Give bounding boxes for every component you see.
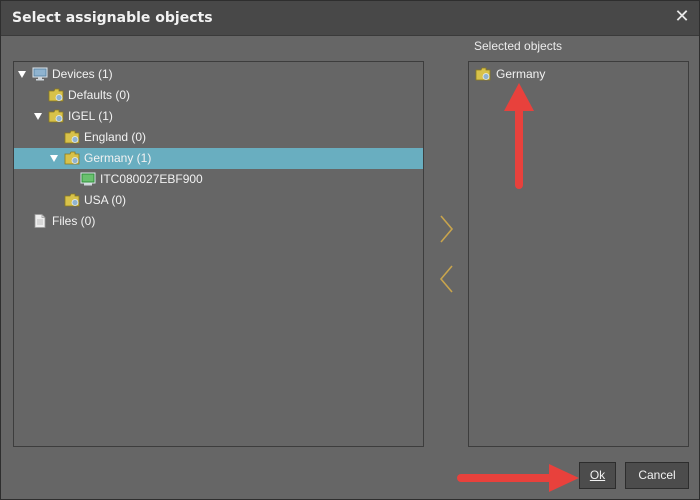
tree-node-label: USA (0) xyxy=(84,193,127,207)
tree-node-label: Germany (1) xyxy=(84,151,152,165)
tree-node-igel[interactable]: IGEL (1) xyxy=(14,106,423,127)
monitor-icon xyxy=(32,67,48,81)
remove-from-selected-button[interactable] xyxy=(437,263,457,295)
tree-node-label: IGEL (1) xyxy=(68,109,113,123)
tree-node-defaults[interactable]: Defaults (0) xyxy=(14,85,423,106)
selected-objects-list[interactable]: Germany xyxy=(468,61,689,447)
tree-node-itc080027ebf900[interactable]: ITC080027EBF900 xyxy=(14,169,423,190)
folder-icon xyxy=(475,67,491,81)
annotation-arrow-right-icon xyxy=(457,464,579,492)
expand-triangle-icon[interactable] xyxy=(50,155,58,162)
selected-objects-label: Selected objects xyxy=(474,39,563,53)
tree-node-label: England (0) xyxy=(84,130,147,144)
file-icon xyxy=(34,214,46,228)
dialog-titlebar: Select assignable objects ✕ xyxy=(1,1,699,36)
chevron-left-icon xyxy=(439,265,453,293)
tree-node-label: Devices (1) xyxy=(52,67,113,81)
tree-node-label: ITC080027EBF900 xyxy=(100,172,203,186)
expand-triangle-icon[interactable] xyxy=(18,71,26,78)
dialog-title: Select assignable objects xyxy=(12,10,213,26)
tree-node-label: Files (0) xyxy=(52,214,96,228)
cancel-button[interactable]: Cancel xyxy=(625,462,689,489)
tree-node-label: Defaults (0) xyxy=(68,88,131,102)
chevron-right-icon xyxy=(440,215,454,243)
ok-button[interactable]: Ok xyxy=(579,462,616,489)
folder-icon xyxy=(64,151,80,165)
folder-icon xyxy=(48,109,64,123)
tree-node-files[interactable]: Files (0) xyxy=(14,211,423,232)
folder-icon xyxy=(64,130,80,144)
add-to-selected-button[interactable] xyxy=(437,213,457,245)
selected-item-germany[interactable]: Germany xyxy=(469,64,688,85)
folder-icon xyxy=(64,193,80,207)
select-assignable-objects-dialog: Select assignable objects ✕ Devices (1) … xyxy=(0,0,700,500)
tree-node-england[interactable]: England (0) xyxy=(14,127,423,148)
close-icon[interactable]: ✕ xyxy=(673,8,691,26)
tree-node-germany[interactable]: Germany (1) xyxy=(14,148,423,169)
tree-node-usa[interactable]: USA (0) xyxy=(14,190,423,211)
folder-icon xyxy=(48,88,64,102)
available-objects-tree[interactable]: Devices (1) Defaults (0) IGEL (1) Englan… xyxy=(13,61,424,447)
tree-node-devices[interactable]: Devices (1) xyxy=(14,64,423,85)
expand-triangle-icon[interactable] xyxy=(34,113,42,120)
thin-client-icon xyxy=(80,172,96,186)
selected-item-label: Germany xyxy=(496,67,546,81)
